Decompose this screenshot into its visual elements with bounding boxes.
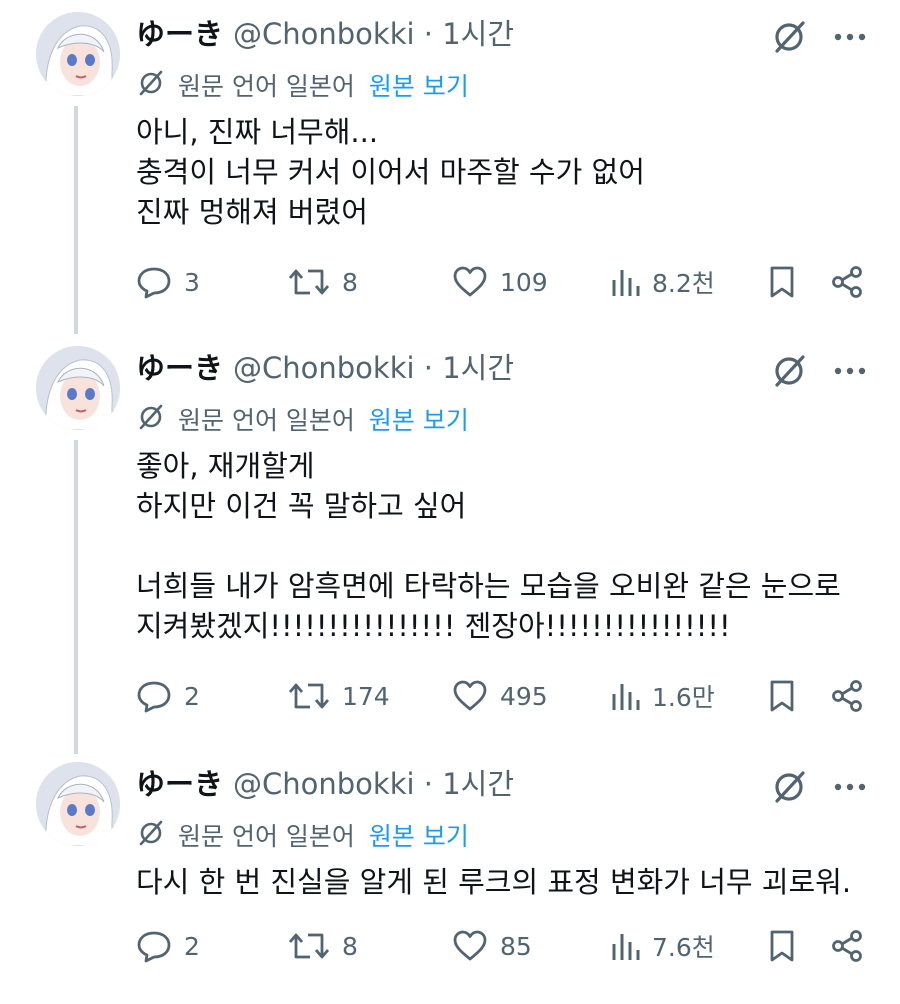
reply-count: 2 xyxy=(184,681,200,711)
tweet[interactable]: ゆーき @Chonbokki · 1시간 원문 언어 일본어 원본 보기 아니, … xyxy=(0,0,900,330)
original-language-note: 원문 언어 일본어 xyxy=(178,72,355,101)
views-bar-chart-icon xyxy=(612,270,640,296)
view-count: 1.6만 xyxy=(652,683,715,712)
tweet-top-icons xyxy=(770,18,866,56)
tweet-header: ゆーき @Chonbokki · 1시간 xyxy=(136,766,514,802)
heart-icon xyxy=(453,930,487,961)
retweet-button[interactable]: 174 xyxy=(288,679,390,713)
display-name[interactable]: ゆーき xyxy=(136,767,223,801)
retweet-icon xyxy=(288,933,330,959)
retweet-count: 8 xyxy=(342,931,358,961)
tweet-text: 아니, 진짜 너무해... 충격이 너무 커서 이어서 마주할 수가 없어 진짜… xyxy=(136,115,645,229)
tweet-header: ゆーき @Chonbokki · 1시간 xyxy=(136,16,514,52)
reply-count: 3 xyxy=(184,267,200,297)
retweet-count: 8 xyxy=(342,267,358,297)
tweet-actions: 2 174 495 1.6만 xyxy=(136,676,866,716)
original-language-note: 원문 언어 일본어 xyxy=(178,822,355,851)
grok-icon[interactable] xyxy=(770,768,808,806)
tweet-header: ゆーき @Chonbokki · 1시간 xyxy=(136,350,514,386)
tweet[interactable]: ゆーき @Chonbokki · 1시간 원문 언어 일본어 원본 보기 다시 한… xyxy=(0,750,900,1004)
view-count: 8.2천 xyxy=(652,269,715,298)
heart-icon xyxy=(453,680,487,711)
like-button[interactable]: 109 xyxy=(452,265,548,299)
display-name[interactable]: ゆーき xyxy=(136,17,223,51)
view-count: 7.6천 xyxy=(652,933,715,962)
bookmark-icon xyxy=(770,680,794,712)
display-name[interactable]: ゆーき xyxy=(136,351,223,385)
translate-icon xyxy=(136,818,166,856)
avatar[interactable] xyxy=(36,12,120,96)
share-button[interactable] xyxy=(830,265,864,299)
like-count: 85 xyxy=(500,931,532,961)
more-options-icon[interactable] xyxy=(834,366,866,376)
retweet-count: 174 xyxy=(342,681,390,711)
translation-row: 원문 언어 일본어 원본 보기 xyxy=(136,818,469,856)
handle-and-time[interactable]: @Chonbokki · 1시간 xyxy=(233,767,514,801)
views-button[interactable]: 7.6천 xyxy=(610,928,715,964)
tweet-text: 좋아, 재개할게 하지만 이건 꼭 말하고 싶어 너희들 내가 암흑면에 타락하… xyxy=(136,449,841,643)
share-button[interactable] xyxy=(830,679,864,713)
views-bar-chart-icon xyxy=(612,684,640,710)
tweet[interactable]: ゆーき @Chonbokki · 1시간 원문 언어 일본어 원본 보기 좋아, … xyxy=(0,334,900,754)
share-icon xyxy=(832,680,862,712)
more-options-icon[interactable] xyxy=(834,782,866,792)
bookmark-button[interactable] xyxy=(768,679,796,713)
share-button[interactable] xyxy=(830,929,864,963)
views-button[interactable]: 1.6만 xyxy=(610,678,715,714)
views-bar-chart-icon xyxy=(612,934,640,960)
reply-icon xyxy=(137,681,171,713)
retweet-icon xyxy=(288,683,330,709)
translate-icon xyxy=(136,402,166,440)
tweet-actions: 2 8 85 7.6천 xyxy=(136,926,866,966)
avatar[interactable] xyxy=(36,762,120,846)
reply-button[interactable]: 2 xyxy=(136,679,200,713)
tweet-top-icons xyxy=(770,768,866,806)
share-icon xyxy=(832,266,862,298)
like-button[interactable]: 85 xyxy=(452,929,532,963)
bookmark-button[interactable] xyxy=(768,929,796,963)
retweet-button[interactable]: 8 xyxy=(288,265,358,299)
show-original-link[interactable]: 원본 보기 xyxy=(369,405,469,437)
like-count: 495 xyxy=(500,681,548,711)
translation-row: 원문 언어 일본어 원본 보기 xyxy=(136,68,469,106)
more-options-icon[interactable] xyxy=(834,32,866,42)
original-language-note: 원문 언어 일본어 xyxy=(178,406,355,435)
handle-and-time[interactable]: @Chonbokki · 1시간 xyxy=(233,351,514,385)
reply-icon xyxy=(137,267,171,299)
like-button[interactable]: 495 xyxy=(452,679,548,713)
bookmark-button[interactable] xyxy=(768,265,796,299)
reply-button[interactable]: 2 xyxy=(136,929,200,963)
handle-and-time[interactable]: @Chonbokki · 1시간 xyxy=(233,17,514,51)
translation-row: 원문 언어 일본어 원본 보기 xyxy=(136,402,469,440)
show-original-link[interactable]: 원본 보기 xyxy=(369,821,469,853)
like-count: 109 xyxy=(500,267,548,297)
tweet-actions: 3 8 109 8.2천 xyxy=(136,262,866,302)
heart-icon xyxy=(453,266,487,297)
reply-count: 2 xyxy=(184,931,200,961)
reply-icon xyxy=(137,931,171,963)
bookmark-icon xyxy=(770,930,794,962)
retweet-icon xyxy=(288,269,330,295)
translate-icon xyxy=(136,68,166,106)
tweet-top-icons xyxy=(770,352,866,390)
retweet-button[interactable]: 8 xyxy=(288,929,358,963)
avatar[interactable] xyxy=(36,346,120,430)
bookmark-icon xyxy=(770,266,794,298)
show-original-link[interactable]: 원본 보기 xyxy=(369,71,469,103)
share-icon xyxy=(832,930,862,962)
reply-button[interactable]: 3 xyxy=(136,265,200,299)
tweet-text: 다시 한 번 진실을 알게 된 루크의 표정 변화가 너무 괴로워. xyxy=(136,865,852,899)
views-button[interactable]: 8.2천 xyxy=(610,264,715,300)
grok-icon[interactable] xyxy=(770,18,808,56)
grok-icon[interactable] xyxy=(770,352,808,390)
